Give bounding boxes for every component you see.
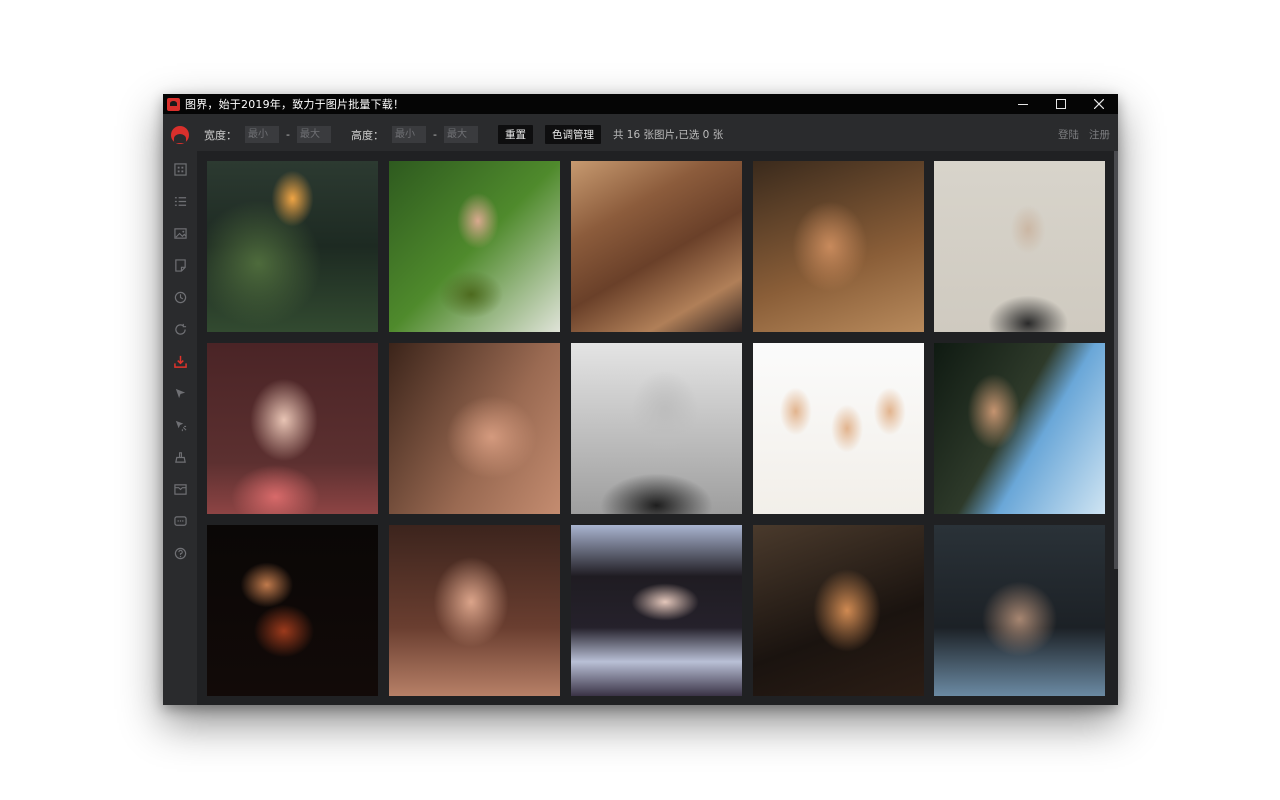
width-label: 宽度：	[204, 128, 237, 142]
close-icon	[1094, 99, 1104, 109]
image-tile[interactable]	[934, 343, 1105, 514]
cursor-icon[interactable]	[173, 386, 187, 400]
download-icon[interactable]	[173, 354, 187, 368]
image-gallery	[197, 151, 1118, 705]
message-icon[interactable]	[173, 514, 187, 528]
image-tile[interactable]	[934, 525, 1105, 696]
mail-icon[interactable]	[173, 482, 187, 496]
close-button[interactable]	[1080, 94, 1118, 114]
list-icon[interactable]	[173, 194, 187, 208]
image-tile[interactable]	[571, 525, 742, 696]
image-tile[interactable]	[571, 343, 742, 514]
image-tile[interactable]	[389, 343, 560, 514]
refresh-icon[interactable]	[173, 322, 187, 336]
qrcode-icon[interactable]	[173, 162, 187, 176]
selection-status: 共 16 张图片,已选 0 张	[612, 129, 724, 141]
app-window: 图界，始于2019年，致力于图片批量下载！ 宽度： - 高度： - 重置 色调管…	[163, 94, 1118, 705]
title-bar: 图界，始于2019年，致力于图片批量下载！	[163, 94, 1118, 114]
register-link[interactable]: 注册	[1089, 127, 1110, 142]
image-tile[interactable]	[753, 161, 924, 332]
app-logo-icon	[167, 97, 180, 111]
height-max-input[interactable]	[443, 126, 478, 143]
magic-cursor-icon[interactable]	[173, 418, 187, 432]
height-min-input[interactable]	[391, 126, 426, 143]
height-label: 高度：	[350, 128, 384, 142]
width-dash: -	[286, 128, 290, 141]
image-tile[interactable]	[934, 161, 1105, 332]
color-manage-button[interactable]: 色调管理	[544, 125, 601, 144]
scrollbar[interactable]	[1114, 151, 1118, 569]
image-tile[interactable]	[753, 525, 924, 696]
reset-button[interactable]: 重置	[497, 125, 533, 144]
image-tile[interactable]	[571, 161, 742, 332]
clean-icon[interactable]	[173, 450, 187, 464]
sidebar	[163, 151, 197, 705]
image-icon[interactable]	[173, 226, 187, 240]
window-controls	[1004, 94, 1118, 114]
image-tile[interactable]	[753, 343, 924, 514]
height-dash: -	[432, 128, 437, 141]
filter-toolbar: 宽度： - 高度： - 重置 色调管理 共 16 张图片,已选 0 张 登陆 注…	[163, 118, 1118, 151]
help-icon[interactable]	[173, 546, 187, 560]
image-tile[interactable]	[389, 525, 560, 696]
width-max-input[interactable]	[296, 126, 331, 143]
image-tile[interactable]	[207, 161, 378, 332]
minimize-button[interactable]	[1004, 94, 1042, 114]
login-link[interactable]: 登陆	[1058, 127, 1079, 142]
window-title: 图界，始于2019年，致力于图片批量下载！	[185, 98, 405, 111]
note-icon[interactable]	[173, 258, 187, 272]
account-links: 登陆 注册	[1058, 118, 1110, 151]
width-min-input[interactable]	[245, 126, 279, 143]
image-tile[interactable]	[389, 161, 560, 332]
image-tile[interactable]	[207, 525, 378, 696]
brand-icon[interactable]	[171, 125, 189, 144]
clock-icon[interactable]	[173, 290, 187, 304]
image-tile[interactable]	[207, 343, 378, 514]
maximize-button[interactable]	[1042, 94, 1080, 114]
